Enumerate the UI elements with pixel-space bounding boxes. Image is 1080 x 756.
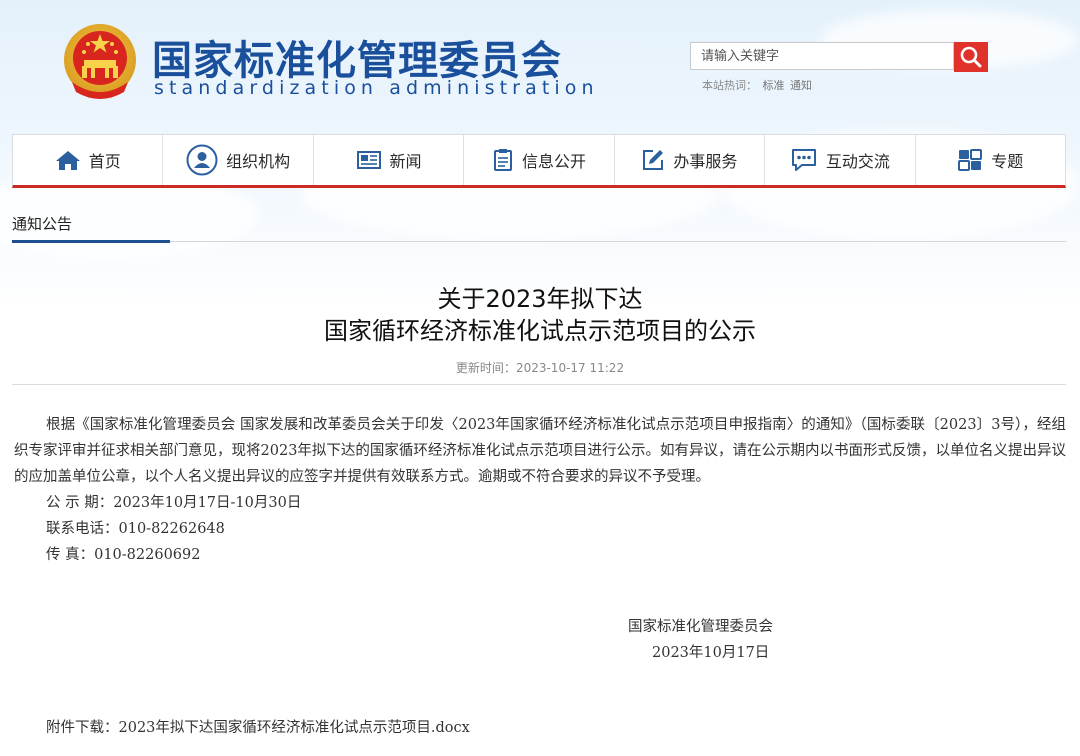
nav-item-services[interactable]: 办事服务: [615, 135, 766, 185]
nav-item-organization[interactable]: 组织机构: [163, 135, 314, 185]
signer: 国家标准化管理委员会: [628, 619, 773, 635]
nav-label: 互动交流: [825, 152, 890, 171]
main-nav: 首页 组织机构 新闻 信息公开 办事服务 互动交流 专题: [12, 134, 1066, 188]
nav-label: 专题: [991, 152, 1024, 171]
article-title: 关于2023年拟下达 国家循环经济标准化试点示范项目的公示: [0, 283, 1080, 347]
publicity-period: 公 示 期：2023年10月17日-10月30日: [46, 495, 302, 511]
nav-label: 组织机构: [226, 152, 291, 171]
article-divider: [12, 384, 1066, 385]
article-title-line: 国家循环经济标准化试点示范项目的公示: [324, 317, 756, 345]
update-time: 更新时间：2023-10-17 11:22: [0, 359, 1080, 376]
user-icon: [186, 144, 218, 176]
article-body: 根据《国家标准化管理委员会 国家发展和改革委员会关于印发〈2023年国家循环经济…: [14, 412, 1066, 568]
nav-label: 办事服务: [673, 152, 738, 171]
clipboard-icon: [493, 149, 512, 171]
article-paragraph: 根据《国家标准化管理委员会 国家发展和改革委员会关于印发〈2023年国家循环经济…: [14, 417, 1066, 485]
breadcrumb-divider: [12, 241, 1066, 242]
nav-label: 信息公开: [521, 152, 586, 171]
article-title-line: 关于2023年拟下达: [437, 285, 643, 313]
update-time-label: 更新时间：: [455, 361, 516, 375]
nav-label: 新闻: [389, 152, 422, 171]
update-time-value: 2023-10-17 11:22: [515, 361, 625, 375]
national-emblem-logo: [64, 24, 136, 99]
chat-icon: [791, 149, 816, 171]
topics-icon: [958, 149, 983, 171]
site-subtitle: standardization administration: [154, 77, 599, 99]
newspaper-icon: [356, 151, 381, 169]
nav-label: 首页: [88, 152, 121, 171]
hot-words-label: 本站热词：: [702, 79, 757, 92]
nav-item-info-disclosure[interactable]: 信息公开: [464, 135, 615, 185]
attachment-label: 附件下载：: [46, 720, 119, 736]
hot-words: 本站热词： 标准 通知: [702, 77, 812, 93]
hot-word-link[interactable]: 通知: [790, 79, 812, 92]
nav-item-home[interactable]: 首页: [13, 135, 164, 185]
search-button[interactable]: [954, 42, 988, 72]
nav-item-news[interactable]: 新闻: [314, 135, 465, 185]
breadcrumb-active-underline: [12, 240, 170, 243]
search-icon: [960, 46, 982, 68]
hot-word-link[interactable]: 标准: [763, 79, 785, 92]
search-input[interactable]: [690, 42, 954, 70]
edit-icon: [643, 150, 664, 170]
breadcrumb[interactable]: 通知公告: [12, 213, 72, 234]
nav-item-interaction[interactable]: 互动交流: [765, 135, 916, 185]
contact-phone: 联系电话：010-82262648: [46, 521, 225, 537]
nav-item-topics[interactable]: 专题: [916, 135, 1065, 185]
fax-number: 传 真：010-82260692: [46, 547, 201, 563]
attachment-link[interactable]: 2023年拟下达国家循环经济标准化试点示范项目.docx: [119, 720, 470, 736]
sign-date: 2023年10月17日: [652, 645, 770, 661]
home-icon: [55, 151, 80, 170]
attachment: 附件下载：2023年拟下达国家循环经济标准化试点示范项目.docx: [46, 716, 470, 737]
